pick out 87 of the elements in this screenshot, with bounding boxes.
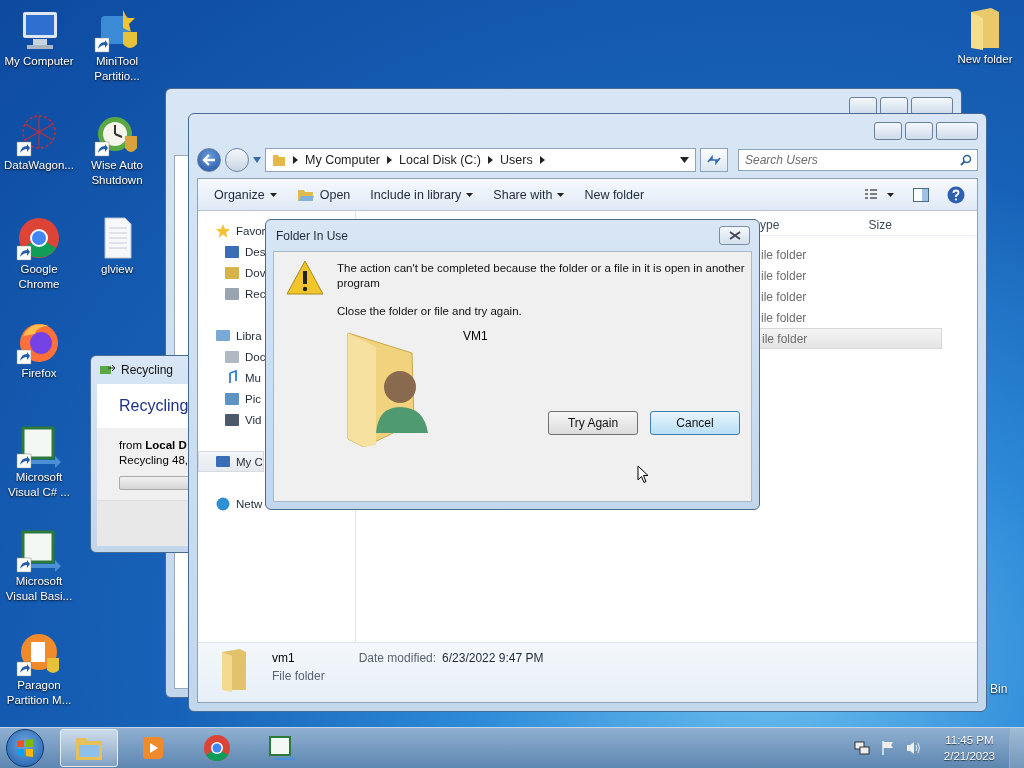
dialog-button[interactable]: Cancel — [650, 411, 740, 435]
chevron-icon[interactable] — [539, 156, 545, 164]
nav-item[interactable]: Vid — [198, 409, 262, 430]
recycle-icon — [100, 364, 116, 376]
forward-button[interactable] — [225, 148, 249, 172]
file-row[interactable]: ile folder — [759, 265, 942, 286]
icon-label: New folder — [956, 52, 1014, 67]
address-bar[interactable]: My Computer Local Disk (C:) Users — [265, 148, 696, 172]
chevron-icon[interactable] — [488, 156, 493, 164]
dialog-title: Folder In Use — [276, 228, 349, 243]
close-button[interactable] — [719, 226, 750, 245]
file-row[interactable]: ile folder — [759, 286, 942, 307]
icon-label: Google Chrome — [17, 262, 61, 292]
nav-item[interactable]: Rec — [198, 283, 266, 304]
icon-label: Microsoft Visual C# ... — [7, 470, 71, 500]
breadcrumb-item[interactable]: My Computer — [305, 153, 381, 167]
nav-item[interactable]: Doc — [198, 346, 266, 367]
chrome-icon — [202, 734, 232, 762]
search-icon — [960, 154, 972, 166]
toolbar-button[interactable]: Share with — [485, 184, 573, 205]
flag-icon[interactable] — [879, 740, 896, 756]
nav-item[interactable]: My C — [198, 451, 264, 472]
preview-pane-icon[interactable] — [913, 187, 929, 202]
warning-icon — [286, 260, 324, 296]
file-type: File folder — [272, 669, 325, 683]
maximize-button[interactable] — [905, 122, 933, 140]
nav-item[interactable]: Pic — [198, 388, 261, 409]
icon-label: Bin — [990, 682, 1008, 696]
icon-label: MiniTool Partitio... — [93, 54, 141, 84]
icon-label: Firefox — [20, 366, 58, 381]
nav-item[interactable]: Des — [198, 241, 266, 262]
file-row[interactable]: ile folder — [759, 307, 942, 328]
speaker-icon[interactable] — [905, 740, 922, 756]
close-icon — [728, 231, 741, 240]
nav-item[interactable]: Mu — [198, 367, 261, 388]
date-label: Date modified: — [358, 650, 437, 665]
caret-icon — [466, 192, 474, 197]
file-row[interactable]: ile folder — [759, 328, 942, 349]
column-header[interactable]: Size — [868, 218, 977, 232]
window-title: Recycling — [121, 363, 174, 377]
close-button[interactable] — [936, 122, 978, 140]
caret-icon — [557, 192, 565, 197]
dialog-button[interactable]: Try Again — [548, 411, 638, 435]
star-icon — [215, 222, 231, 239]
breadcrumb-item[interactable]: Local Disk (C:) — [399, 153, 481, 167]
toolbar-button[interactable]: Include in library — [362, 184, 482, 205]
error-message: The action can't be completed because the folder or a file in it is open in another program — [337, 261, 746, 291]
back-arrow-icon — [202, 154, 216, 166]
source-text: from Local D — [119, 438, 188, 453]
icon-label: DataWagon... — [3, 158, 75, 173]
file-name: vm1 — [272, 651, 296, 665]
breadcrumb-item[interactable]: Users — [500, 153, 533, 167]
view-options-icon[interactable] — [865, 188, 895, 201]
folder-name: VM1 — [463, 328, 488, 345]
icon-label: glview — [100, 262, 134, 277]
chevron-icon[interactable] — [293, 156, 298, 164]
nav-item[interactable]: Libra — [198, 325, 262, 346]
cursor-icon — [637, 465, 649, 484]
nav-item[interactable]: Dov — [198, 262, 266, 283]
dialog-heading: Recycling — [119, 397, 189, 415]
toolbar-button[interactable]: Organize — [206, 184, 285, 205]
status-text: Recycling 48, — [119, 453, 190, 468]
minimize-button[interactable] — [874, 122, 902, 140]
help-icon[interactable] — [947, 185, 965, 204]
instruction-text: Close the folder or file and try again. — [337, 304, 523, 319]
dropdown-icon[interactable] — [680, 157, 689, 163]
nav-item[interactable]: Favor — [198, 220, 266, 241]
caret-icon — [269, 192, 277, 197]
icon-label: Microsoft Visual Basi... — [4, 574, 74, 604]
column-header[interactable]: ype — [760, 218, 869, 232]
date-value: 6/23/2022 9:47 PM — [442, 650, 544, 665]
file-row[interactable]: ile folder — [759, 244, 942, 265]
refresh-icon — [706, 154, 722, 166]
icon-label: Wise Auto Shutdown — [90, 158, 144, 188]
refresh-button[interactable] — [700, 148, 728, 172]
search-field[interactable]: Search Users — [738, 149, 978, 171]
toolbar-button[interactable]: New folder — [576, 184, 653, 205]
network-icon[interactable] — [853, 740, 870, 756]
start-button[interactable] — [6, 729, 44, 767]
back-button[interactable] — [197, 148, 221, 172]
flag-logo-icon — [15, 738, 35, 758]
icon-label: Paragon Partition M... — [5, 678, 73, 708]
toolbar-button[interactable]: Open — [288, 184, 359, 205]
icon-label: My Computer — [3, 54, 75, 69]
nav-item[interactable]: Netw — [198, 493, 263, 514]
chevron-icon[interactable] — [387, 156, 393, 164]
csharp-icon — [266, 734, 296, 762]
